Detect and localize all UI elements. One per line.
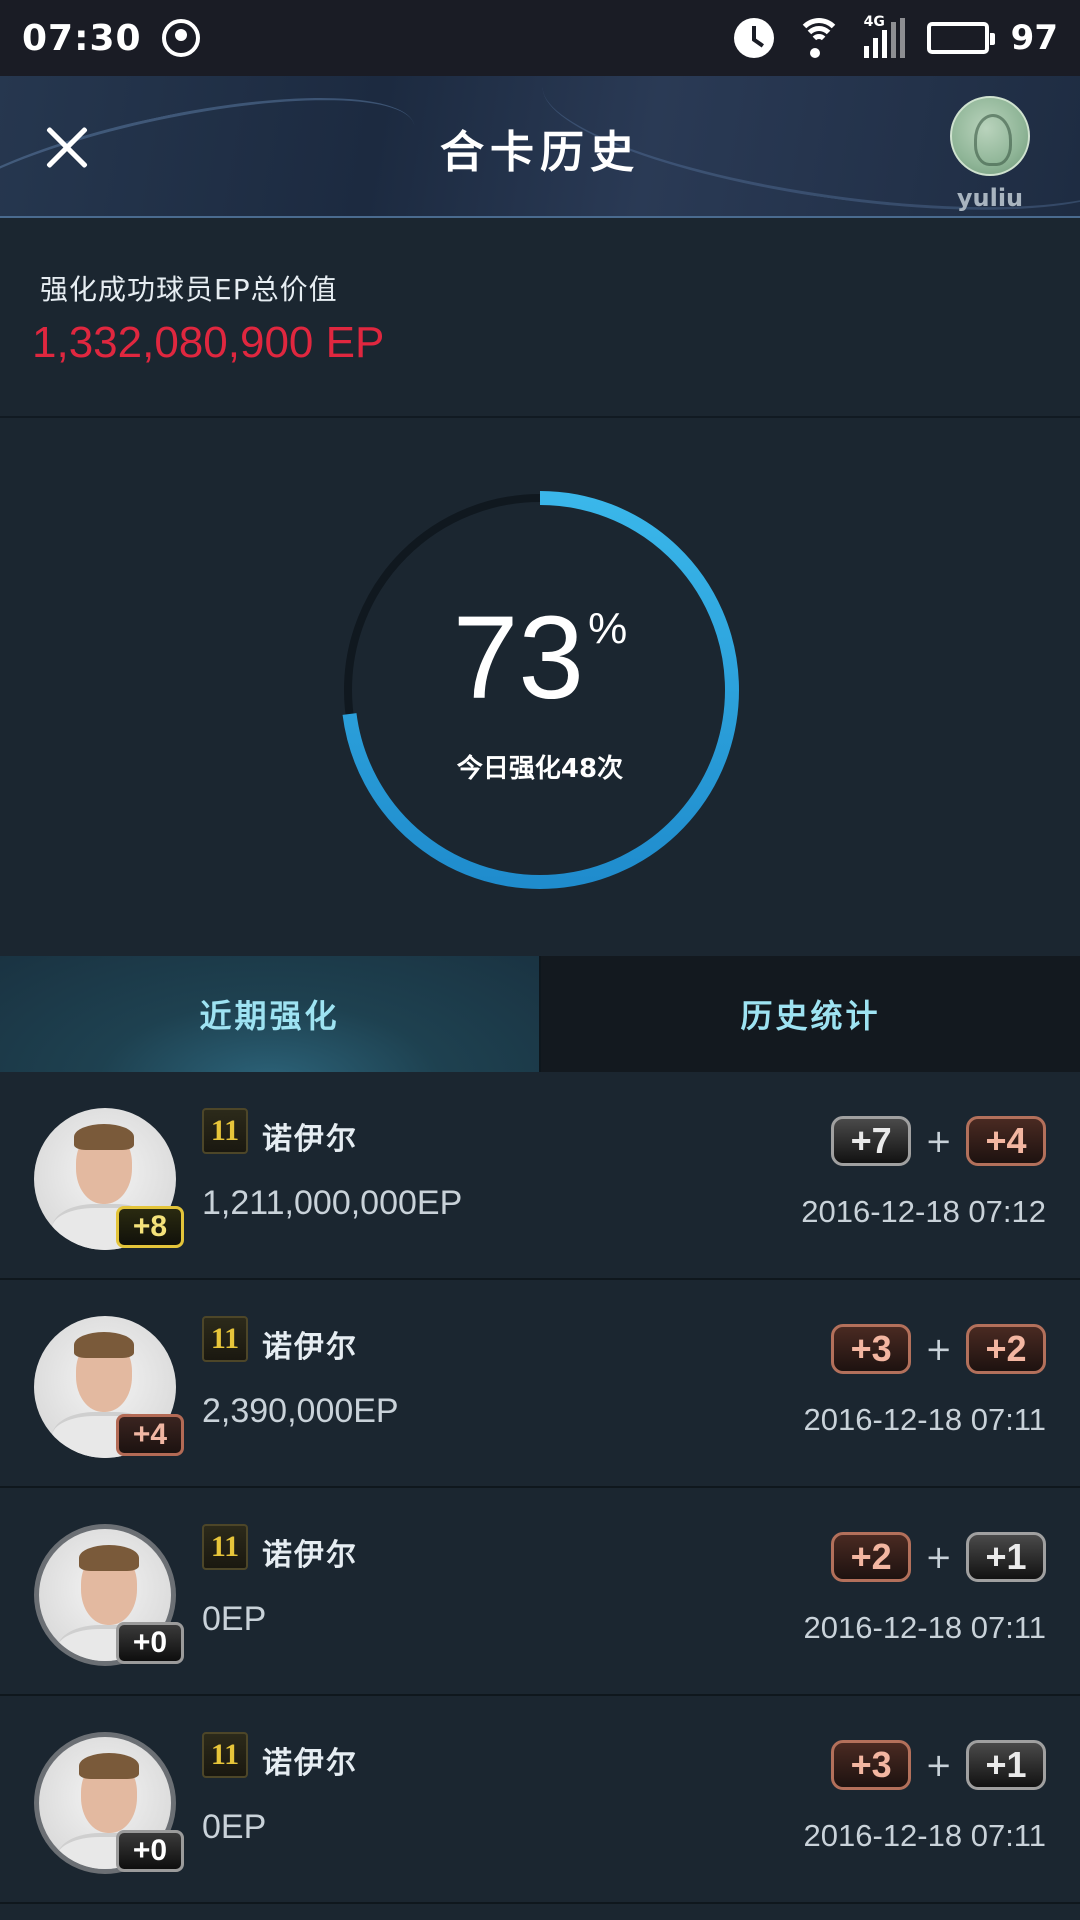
combo-chip: +3 [831,1740,912,1790]
record-date: 2016-12-18 07:11 [803,1818,1046,1853]
combo-formula: +7 + +4 [831,1116,1046,1166]
status-icons: 4G 97 [733,14,1058,58]
player-ep: 2,390,000EP [202,1392,399,1430]
record-list: +8 11 诺伊尔 1,211,000,000EP +7 + +4 2016-1… [0,1072,1080,1904]
status-bar: 07:30 4G 97 [0,0,1080,76]
battery-level: 97 [1010,18,1058,58]
gauge-percent: 73% [0,590,1080,726]
level-badge: +0 [116,1830,184,1872]
user-name: yuliu [956,184,1024,212]
combo-chip: +3 [831,1324,912,1374]
alarm-icon [733,18,774,58]
player-ep: 1,211,000,000EP [202,1184,463,1222]
plus-sign: + [925,1122,952,1160]
plus-sign: + [925,1538,952,1576]
season-icon: 11 [202,1316,248,1362]
combo-formula: +3 + +1 [831,1740,1046,1790]
percent-sign: % [588,604,628,653]
combo-formula: +3 + +2 [831,1324,1046,1374]
battery-icon [926,22,995,54]
wifi-icon [795,18,842,58]
list-item[interactable]: +4 11 诺伊尔 2,390,000EP +3 + +2 2016-12-18… [0,1280,1080,1488]
ep-summary: 强化成功球员EP总价值 1,332,080,900 EP [0,218,1080,418]
level-badge: +0 [116,1622,184,1664]
tab-recent[interactable]: 近期强化 [0,956,541,1072]
level-badge: +8 [116,1206,184,1248]
plus-sign: + [925,1330,952,1368]
plus-sign: + [925,1746,952,1784]
combo-chip: +7 [831,1116,912,1166]
network-type: 4G [863,14,885,30]
player-name: 诺伊尔 [262,1122,358,1157]
status-time: 07:30 [22,17,142,59]
summary-value: 1,332,080,900 EP [32,318,385,367]
player-ep: 0EP [202,1600,267,1638]
tab-bar: 近期强化 历史统计 [0,956,1080,1072]
player-name: 诺伊尔 [262,1330,358,1365]
success-rate-gauge: 73% 今日强化48次 [0,420,1080,956]
combo-formula: +2 + +1 [831,1532,1046,1582]
record-date: 2016-12-18 07:11 [803,1402,1046,1437]
app-header: 合卡历史 yuliu [0,76,1080,218]
record-date: 2016-12-18 07:12 [801,1194,1046,1229]
list-item[interactable]: +0 11 诺伊尔 0EP +2 + +1 2016-12-18 07:11 [0,1488,1080,1696]
record-date: 2016-12-18 07:11 [803,1610,1046,1645]
summary-label: 强化成功球员EP总价值 [40,273,338,306]
player-name: 诺伊尔 [262,1538,358,1573]
combo-chip: +1 [966,1740,1046,1790]
combo-chip: +2 [966,1324,1046,1374]
season-icon: 11 [202,1108,248,1154]
combo-chip: +4 [966,1116,1046,1166]
player-ep: 0EP [202,1808,267,1846]
page-title: 合卡历史 [440,127,640,178]
combo-chip: +1 [966,1532,1046,1582]
tab-history-stats[interactable]: 历史统计 [541,956,1080,1072]
gauge-percent-value: 73 [452,592,585,724]
player-name: 诺伊尔 [262,1746,358,1781]
season-icon: 11 [202,1524,248,1570]
notification-icon [161,19,200,57]
list-item[interactable]: +0 11 诺伊尔 0EP +3 + +1 2016-12-18 07:11 [0,1696,1080,1904]
list-item[interactable]: +8 11 诺伊尔 1,211,000,000EP +7 + +4 2016-1… [0,1072,1080,1280]
season-icon: 11 [202,1732,248,1778]
user-avatar[interactable] [950,96,1030,176]
cell-signal-icon: 4G [863,14,905,58]
combo-chip: +2 [831,1532,912,1582]
level-badge: +4 [116,1414,184,1456]
gauge-subtitle: 今日强化48次 [456,754,624,784]
